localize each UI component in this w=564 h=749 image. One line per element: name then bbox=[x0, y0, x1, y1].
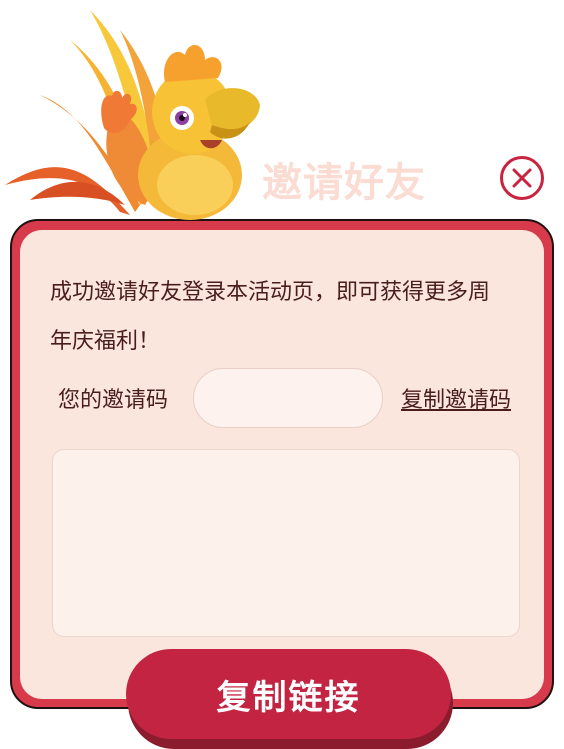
invite-description: 成功邀请好友登录本活动页，即可获得更多周年庆福利！ bbox=[50, 280, 491, 354]
phoenix-mascot-illustration bbox=[0, 0, 270, 222]
copy-link-button[interactable]: 复制链接 bbox=[126, 649, 451, 739]
invite-code-field[interactable] bbox=[193, 368, 383, 428]
invite-code-label: 您的邀请码 bbox=[58, 388, 169, 413]
copy-invite-code-link[interactable]: 复制邀请码 bbox=[401, 382, 511, 414]
dialog-title: 邀请好友 bbox=[262, 160, 426, 206]
invite-link-textarea[interactable] bbox=[52, 449, 520, 637]
close-icon bbox=[512, 168, 532, 188]
copy-link-button-label: 复制链接 bbox=[216, 677, 361, 718]
close-button[interactable] bbox=[500, 156, 544, 200]
